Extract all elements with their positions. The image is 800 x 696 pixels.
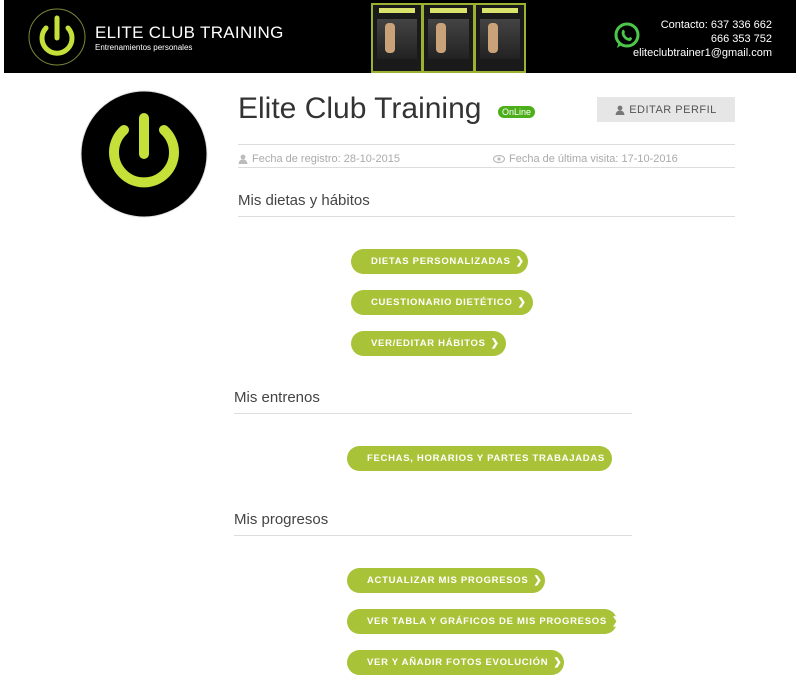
contact-email[interactable]: eliteclubtrainer1@gmail.com [633, 46, 772, 60]
button-label: VER TABLA Y GRÁFICOS DE MIS PROGRESOS [367, 616, 607, 627]
banner-photo [475, 5, 524, 71]
user-icon [238, 154, 248, 164]
brand-tagline: Entrenamientos personales [95, 43, 193, 52]
registration-date-text: Fecha de registro: 28-10-2015 [252, 153, 400, 165]
personalized-diets-button[interactable]: DIETAS PERSONALIZADAS ❯ [351, 249, 528, 274]
banner-photo [373, 5, 422, 71]
chevron-right-icon: ❯ [553, 657, 563, 668]
chevron-right-icon: ❯ [609, 453, 620, 464]
progress-charts-button[interactable]: VER TABLA Y GRÁFICOS DE MIS PROGRESOS ❯ [347, 609, 620, 634]
section-divider [234, 535, 632, 536]
profile-name: Elite Club Training [238, 92, 482, 125]
diet-questionnaire-button[interactable]: CUESTIONARIO DIETÉTICO ❯ [351, 290, 533, 315]
promo-banner[interactable] [371, 3, 526, 73]
button-label: VER Y AÑADIR FOTOS EVOLUCIÓN [367, 657, 549, 668]
evolution-photos-button[interactable]: VER Y AÑADIR FOTOS EVOLUCIÓN ❯ [347, 650, 564, 675]
user-icon [615, 105, 625, 115]
site-header: ELITE CLUB TRAINING Entrenamientos perso… [4, 0, 796, 73]
online-status-badge: OnLine [498, 106, 536, 118]
button-label: CUESTIONARIO DIETÉTICO [371, 297, 513, 308]
contact-info: Contacto: 637 336 662 666 353 752 elitec… [633, 18, 772, 60]
contact-phone-2[interactable]: 666 353 752 [633, 32, 772, 46]
button-label: ACTUALIZAR MIS PROGRESOS [367, 575, 529, 586]
edit-profile-label: EDITAR PERFIL [629, 103, 717, 116]
edit-profile-button[interactable]: EDITAR PERFIL [597, 97, 735, 122]
last-visit-date-text: Fecha de última visita: 17-10-2016 [509, 153, 678, 165]
contact-phone-1[interactable]: Contacto: 637 336 662 [633, 18, 772, 32]
chevron-right-icon: ❯ [533, 575, 543, 586]
button-label: VER/EDITAR HÁBITOS [371, 338, 486, 349]
profile-avatar [80, 90, 208, 218]
eye-icon [493, 155, 505, 163]
chevron-right-icon: ❯ [611, 616, 621, 627]
edit-habits-button[interactable]: VER/EDITAR HÁBITOS ❯ [351, 331, 506, 356]
update-progress-button[interactable]: ACTUALIZAR MIS PROGRESOS ❯ [347, 568, 545, 593]
power-logo-icon[interactable] [28, 8, 86, 66]
chevron-right-icon: ❯ [515, 256, 525, 267]
section-divider [234, 413, 632, 414]
divider [238, 167, 735, 168]
divider [238, 144, 735, 145]
chevron-right-icon: ❯ [517, 297, 527, 308]
registration-date: Fecha de registro: 28-10-2015 [238, 153, 400, 165]
section-title-progress: Mis progresos [234, 511, 329, 528]
button-label: DIETAS PERSONALIZADAS [371, 256, 511, 267]
training-schedule-button[interactable]: FECHAS, HORARIOS Y PARTES TRABAJADAS ❯ [347, 446, 618, 471]
section-divider [238, 216, 735, 217]
button-label: FECHAS, HORARIOS Y PARTES TRABAJADAS [367, 453, 605, 464]
section-title-trainings: Mis entrenos [234, 389, 320, 406]
chevron-right-icon: ❯ [490, 338, 500, 349]
brand-title[interactable]: ELITE CLUB TRAINING [95, 23, 284, 43]
banner-photo [424, 5, 473, 71]
section-title-diets: Mis dietas y hábitos [238, 192, 370, 209]
last-visit-date: Fecha de última visita: 17-10-2016 [493, 153, 678, 165]
